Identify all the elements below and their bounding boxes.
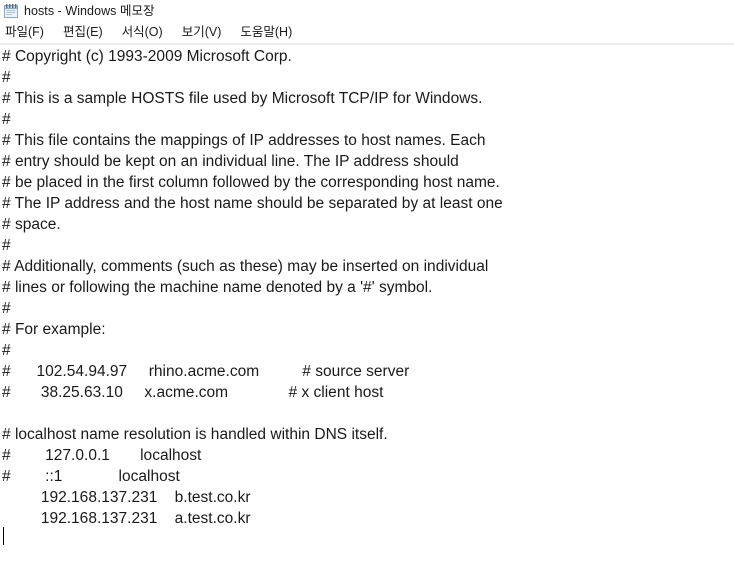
menu-item-view[interactable]: 보기(V) xyxy=(180,23,229,42)
hosts-file-text[interactable]: # Copyright (c) 1993-2009 Microsoft Corp… xyxy=(0,46,734,550)
text-line xyxy=(2,529,734,550)
text-line: # 127.0.0.1 localhost xyxy=(2,447,202,464)
text-line: # be placed in the first column followed… xyxy=(2,174,500,191)
menu-item-edit[interactable]: 편집(E) xyxy=(61,23,110,42)
text-line: # xyxy=(2,111,11,128)
text-line: # Additionally, comments (such as these)… xyxy=(2,258,489,275)
text-line: 192.168.137.231 a.test.co.kr xyxy=(2,510,251,527)
window-title: hosts - Windows 메모장 xyxy=(24,4,155,18)
notepad-window: hosts - Windows 메모장 파일(F) 편집(E) 서식(O) 보기… xyxy=(0,0,734,580)
menu-item-file[interactable]: 파일(F) xyxy=(3,23,51,42)
text-line: # This is a sample HOSTS file used by Mi… xyxy=(2,90,483,107)
text-line: # Copyright (c) 1993-2009 Microsoft Corp… xyxy=(2,48,292,65)
text-line: # 38.25.63.10 x.acme.com # x client host xyxy=(2,384,384,401)
text-line: 192.168.137.231 b.test.co.kr xyxy=(2,489,251,506)
text-line: # xyxy=(2,69,11,86)
text-line: # xyxy=(2,237,11,254)
text-line: # For example: xyxy=(2,321,106,338)
text-line: # entry should be kept on an individual … xyxy=(2,153,459,170)
text-line: # xyxy=(2,300,11,317)
text-line: # ::1 localhost xyxy=(2,468,180,485)
text-line: # 102.54.94.97 rhino.acme.com # source s… xyxy=(2,363,410,380)
text-caret xyxy=(3,527,4,545)
text-line: # xyxy=(2,342,11,359)
text-line: # lines or following the machine name de… xyxy=(2,279,433,296)
title-bar[interactable]: hosts - Windows 메모장 xyxy=(0,0,734,22)
text-line xyxy=(2,403,734,424)
text-line: # space. xyxy=(2,216,61,233)
menu-item-help[interactable]: 도움말(H) xyxy=(238,23,299,42)
menu-item-format[interactable]: 서식(O) xyxy=(120,23,170,42)
text-line: # This file contains the mappings of IP … xyxy=(2,132,486,149)
text-line: # The IP address and the host name shoul… xyxy=(2,195,503,212)
text-line: # localhost name resolution is handled w… xyxy=(2,426,388,443)
menu-bar: 파일(F) 편집(E) 서식(O) 보기(V) 도움말(H) xyxy=(0,22,734,43)
notepad-icon xyxy=(4,4,18,18)
text-editor-area[interactable]: # Copyright (c) 1993-2009 Microsoft Corp… xyxy=(0,45,734,580)
